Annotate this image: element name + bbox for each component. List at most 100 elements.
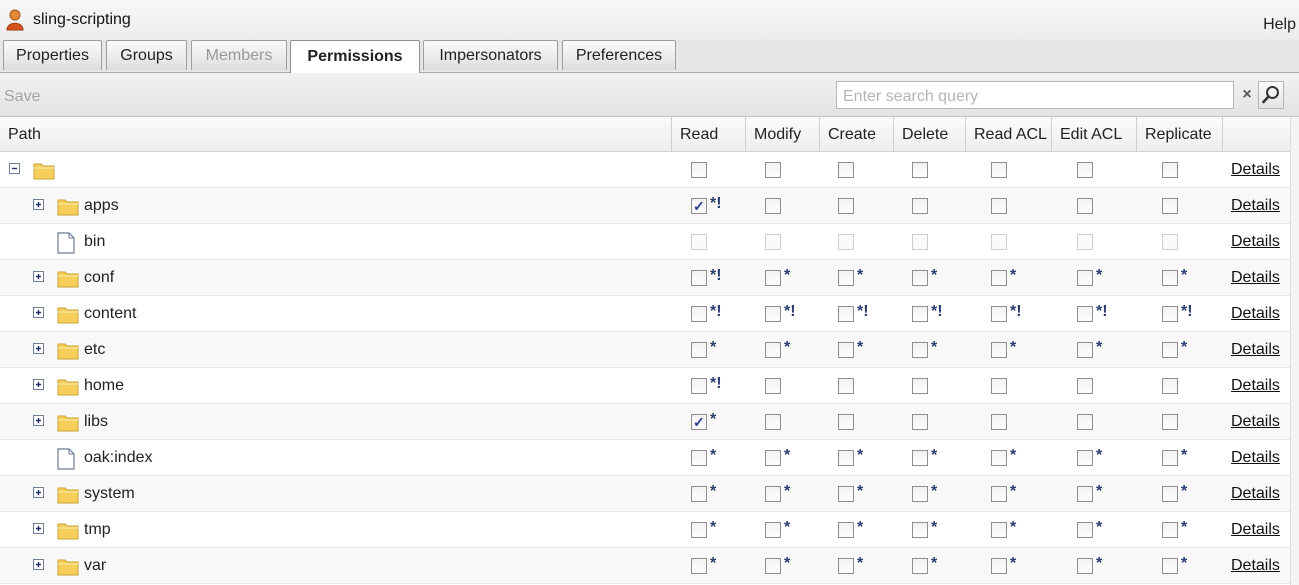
column-header-modify[interactable]: Modify (746, 117, 820, 151)
tab-preferences[interactable]: Preferences (562, 40, 676, 70)
table-row[interactable]: tmp * * * * * * * Details (0, 512, 1290, 548)
checkbox-read-acl[interactable] (991, 414, 1007, 430)
details-link[interactable]: Details (1231, 269, 1280, 287)
checkbox-replicate[interactable] (1162, 198, 1178, 214)
checkbox-read[interactable] (691, 486, 707, 502)
details-link[interactable]: Details (1231, 521, 1280, 539)
checkbox-create[interactable] (838, 558, 854, 574)
checkbox-modify[interactable] (765, 306, 781, 322)
details-link[interactable]: Details (1231, 485, 1280, 503)
checkbox-delete[interactable] (912, 414, 928, 430)
checkbox-create[interactable] (838, 486, 854, 502)
checkbox-edit-acl[interactable] (1077, 162, 1093, 178)
checkbox-delete[interactable] (912, 306, 928, 322)
table-row[interactable]: system * * * * * * * Details (0, 476, 1290, 512)
checkbox-create[interactable] (838, 378, 854, 394)
checkbox-read[interactable]: ✓ (691, 414, 707, 430)
column-header-edit-acl[interactable]: Edit ACL (1052, 117, 1137, 151)
tab-permissions[interactable]: Permissions (290, 40, 420, 73)
checkbox-modify[interactable] (765, 342, 781, 358)
expand-icon[interactable] (33, 307, 44, 318)
column-header-path[interactable]: Path (0, 117, 672, 151)
table-row[interactable]: Details (0, 152, 1290, 188)
checkbox-replicate[interactable] (1162, 414, 1178, 430)
column-header-read[interactable]: Read (672, 117, 746, 151)
details-link[interactable]: Details (1231, 377, 1280, 395)
node-name[interactable]: system (84, 485, 135, 503)
checkbox-read-acl[interactable] (991, 522, 1007, 538)
checkbox-read[interactable] (691, 450, 707, 466)
checkbox-modify[interactable] (765, 522, 781, 538)
column-header-replicate[interactable]: Replicate (1137, 117, 1223, 151)
checkbox-read[interactable] (691, 270, 707, 286)
details-link[interactable]: Details (1231, 233, 1280, 251)
checkbox-replicate[interactable] (1162, 486, 1178, 502)
tab-properties[interactable]: Properties (3, 40, 102, 70)
details-link[interactable]: Details (1231, 557, 1280, 575)
table-row[interactable]: apps ✓ *! Details (0, 188, 1290, 224)
checkbox-delete[interactable] (912, 450, 928, 466)
search-button[interactable] (1258, 81, 1284, 109)
checkbox-read-acl[interactable] (991, 162, 1007, 178)
checkbox-create[interactable] (838, 306, 854, 322)
checkbox-read-acl[interactable] (991, 450, 1007, 466)
checkbox-read[interactable]: ✓ (691, 198, 707, 214)
checkbox-edit-acl[interactable] (1077, 342, 1093, 358)
table-row[interactable]: content *! *! *! *! *! *! *! Details (0, 296, 1290, 332)
checkbox-replicate[interactable] (1162, 270, 1178, 286)
checkbox-edit-acl[interactable] (1077, 558, 1093, 574)
table-row[interactable]: bin Details (0, 224, 1290, 260)
checkbox-modify[interactable] (765, 450, 781, 466)
node-name[interactable]: libs (84, 413, 108, 431)
checkbox-modify[interactable] (765, 486, 781, 502)
checkbox-create[interactable] (838, 522, 854, 538)
checkbox-edit-acl[interactable] (1077, 522, 1093, 538)
checkbox-create[interactable] (838, 162, 854, 178)
checkbox-edit-acl[interactable] (1077, 414, 1093, 430)
checkbox-modify[interactable] (765, 558, 781, 574)
table-row[interactable]: var * * * * * * * Details (0, 548, 1290, 584)
checkbox-delete[interactable] (912, 378, 928, 394)
details-link[interactable]: Details (1231, 161, 1280, 179)
checkbox-read-acl[interactable] (991, 270, 1007, 286)
checkbox-delete[interactable] (912, 342, 928, 358)
node-name[interactable]: apps (84, 197, 119, 215)
checkbox-read[interactable] (691, 342, 707, 358)
search-input[interactable] (837, 82, 1233, 108)
details-link[interactable]: Details (1231, 197, 1280, 215)
expand-icon[interactable] (33, 487, 44, 498)
checkbox-modify[interactable] (765, 270, 781, 286)
details-link[interactable]: Details (1231, 341, 1280, 359)
collapse-icon[interactable] (9, 163, 20, 174)
checkbox-read[interactable] (691, 162, 707, 178)
details-link[interactable]: Details (1231, 413, 1280, 431)
help-link[interactable]: Help (1263, 16, 1296, 34)
node-name[interactable]: content (84, 305, 136, 323)
checkbox-delete[interactable] (912, 522, 928, 538)
checkbox-modify[interactable] (765, 414, 781, 430)
checkbox-create[interactable] (838, 198, 854, 214)
checkbox-edit-acl[interactable] (1077, 306, 1093, 322)
node-name[interactable]: conf (84, 269, 114, 287)
checkbox-delete[interactable] (912, 486, 928, 502)
column-header-delete[interactable]: Delete (894, 117, 966, 151)
checkbox-edit-acl[interactable] (1077, 486, 1093, 502)
save-button[interactable]: Save (4, 88, 40, 106)
checkbox-read-acl[interactable] (991, 306, 1007, 322)
checkbox-replicate[interactable] (1162, 558, 1178, 574)
node-name[interactable]: oak:index (84, 449, 153, 467)
scrollbar[interactable] (1290, 117, 1299, 585)
expand-icon[interactable] (33, 559, 44, 570)
checkbox-read[interactable] (691, 378, 707, 394)
tab-groups[interactable]: Groups (106, 40, 187, 70)
checkbox-delete[interactable] (912, 558, 928, 574)
checkbox-read[interactable] (691, 558, 707, 574)
expand-icon[interactable] (33, 199, 44, 210)
checkbox-modify[interactable] (765, 198, 781, 214)
clear-search-icon[interactable]: × (1237, 81, 1257, 109)
table-row[interactable]: home *! Details (0, 368, 1290, 404)
checkbox-create[interactable] (838, 342, 854, 358)
checkbox-modify[interactable] (765, 162, 781, 178)
checkbox-read[interactable] (691, 522, 707, 538)
checkbox-create[interactable] (838, 450, 854, 466)
